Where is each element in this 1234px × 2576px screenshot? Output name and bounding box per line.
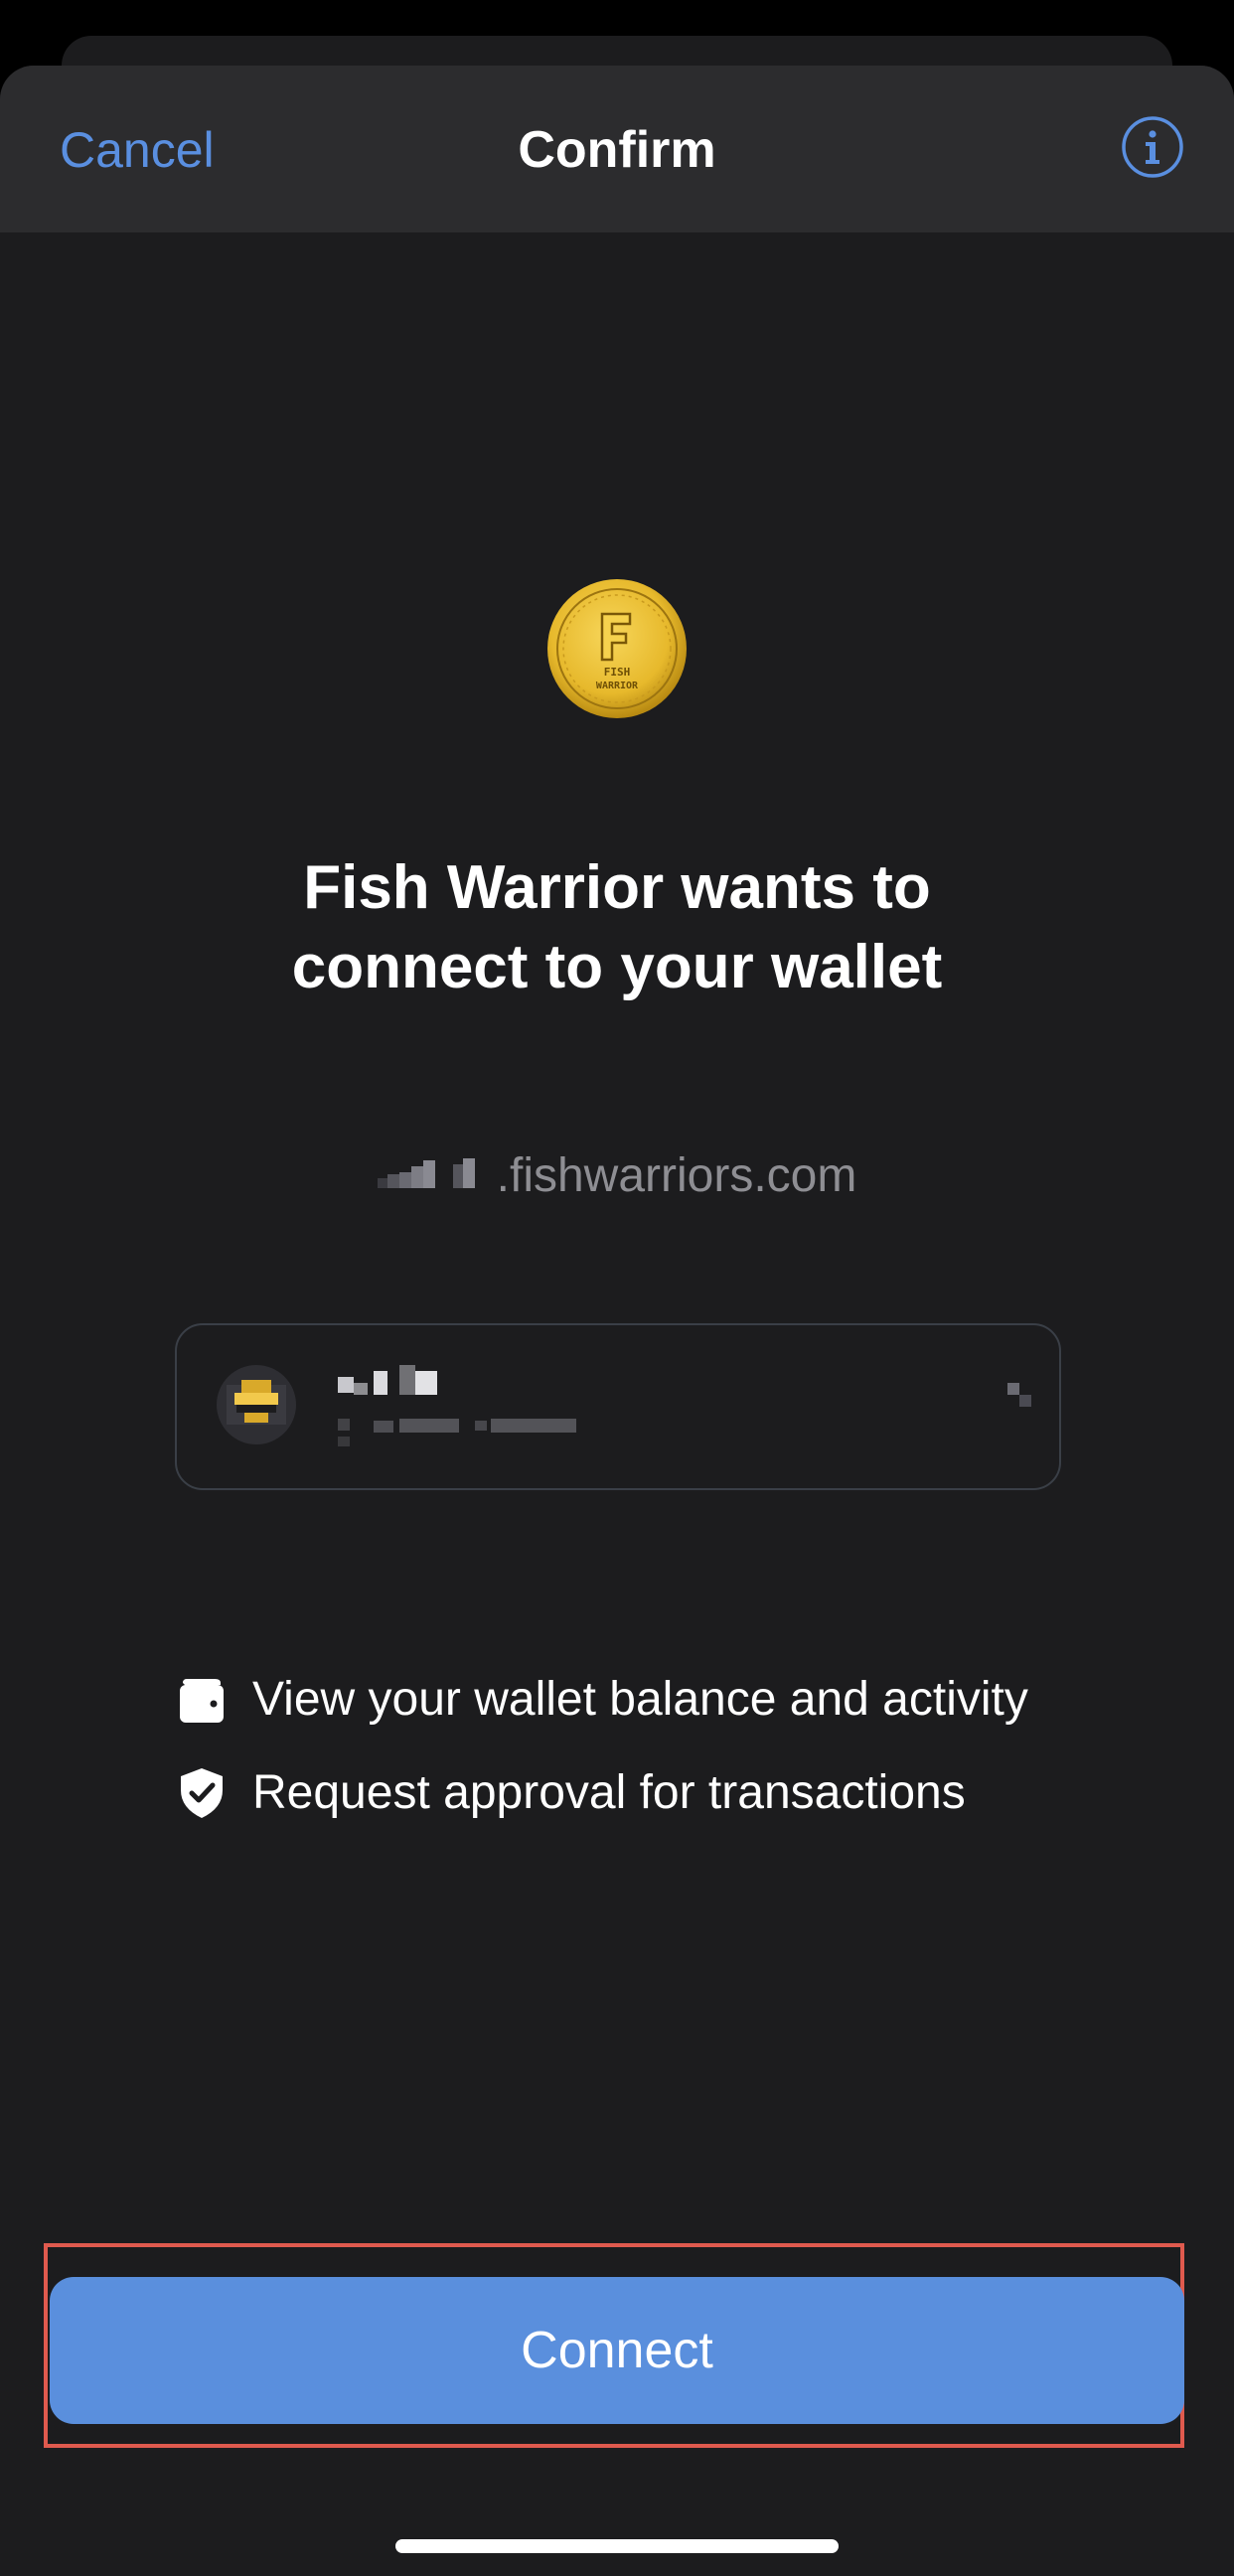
- permission-label: View your wallet balance and activity: [252, 1673, 1028, 1726]
- screen: Cancel Confirm FISH WARRIOR Fish Warrior…: [0, 0, 1234, 2576]
- nav-bar: Cancel Confirm: [0, 66, 1234, 232]
- shield-check-icon: [181, 1768, 223, 1818]
- confirm-sheet: Cancel Confirm FISH WARRIOR Fish Warrior…: [0, 66, 1234, 2576]
- fish-warrior-logo-icon: FISH WARRIOR: [547, 579, 687, 718]
- domain-suffix: .fishwarriors.com: [496, 1149, 857, 1202]
- headline-line-2: connect to your wallet: [291, 933, 943, 1001]
- headline-line-1: Fish Warrior wants to: [303, 853, 931, 922]
- permission-item-balance: View your wallet balance and activity: [177, 1667, 1028, 1733]
- account-selector[interactable]: [175, 1323, 1061, 1490]
- logo-text-top: FISH: [604, 666, 631, 679]
- cancel-button[interactable]: Cancel: [60, 117, 215, 183]
- permission-item-transactions: Request approval for transactions: [177, 1760, 966, 1826]
- connect-headline: Fish Warrior wants to connect to your wa…: [99, 848, 1135, 1007]
- logo-text-bottom: WARRIOR: [596, 681, 639, 691]
- info-circle-icon[interactable]: [1121, 115, 1184, 179]
- wallet-avatar-icon: [217, 1365, 296, 1444]
- permission-label: Request approval for transactions: [252, 1766, 966, 1819]
- wallet-icon: [180, 1679, 224, 1723]
- chevron-icon: [1007, 1383, 1031, 1407]
- redacted-subdomain: [377, 1158, 475, 1189]
- home-indicator: [395, 2539, 839, 2553]
- connect-button[interactable]: Connect: [50, 2277, 1184, 2424]
- dapp-domain: .fishwarriors.com: [0, 1144, 1234, 1208]
